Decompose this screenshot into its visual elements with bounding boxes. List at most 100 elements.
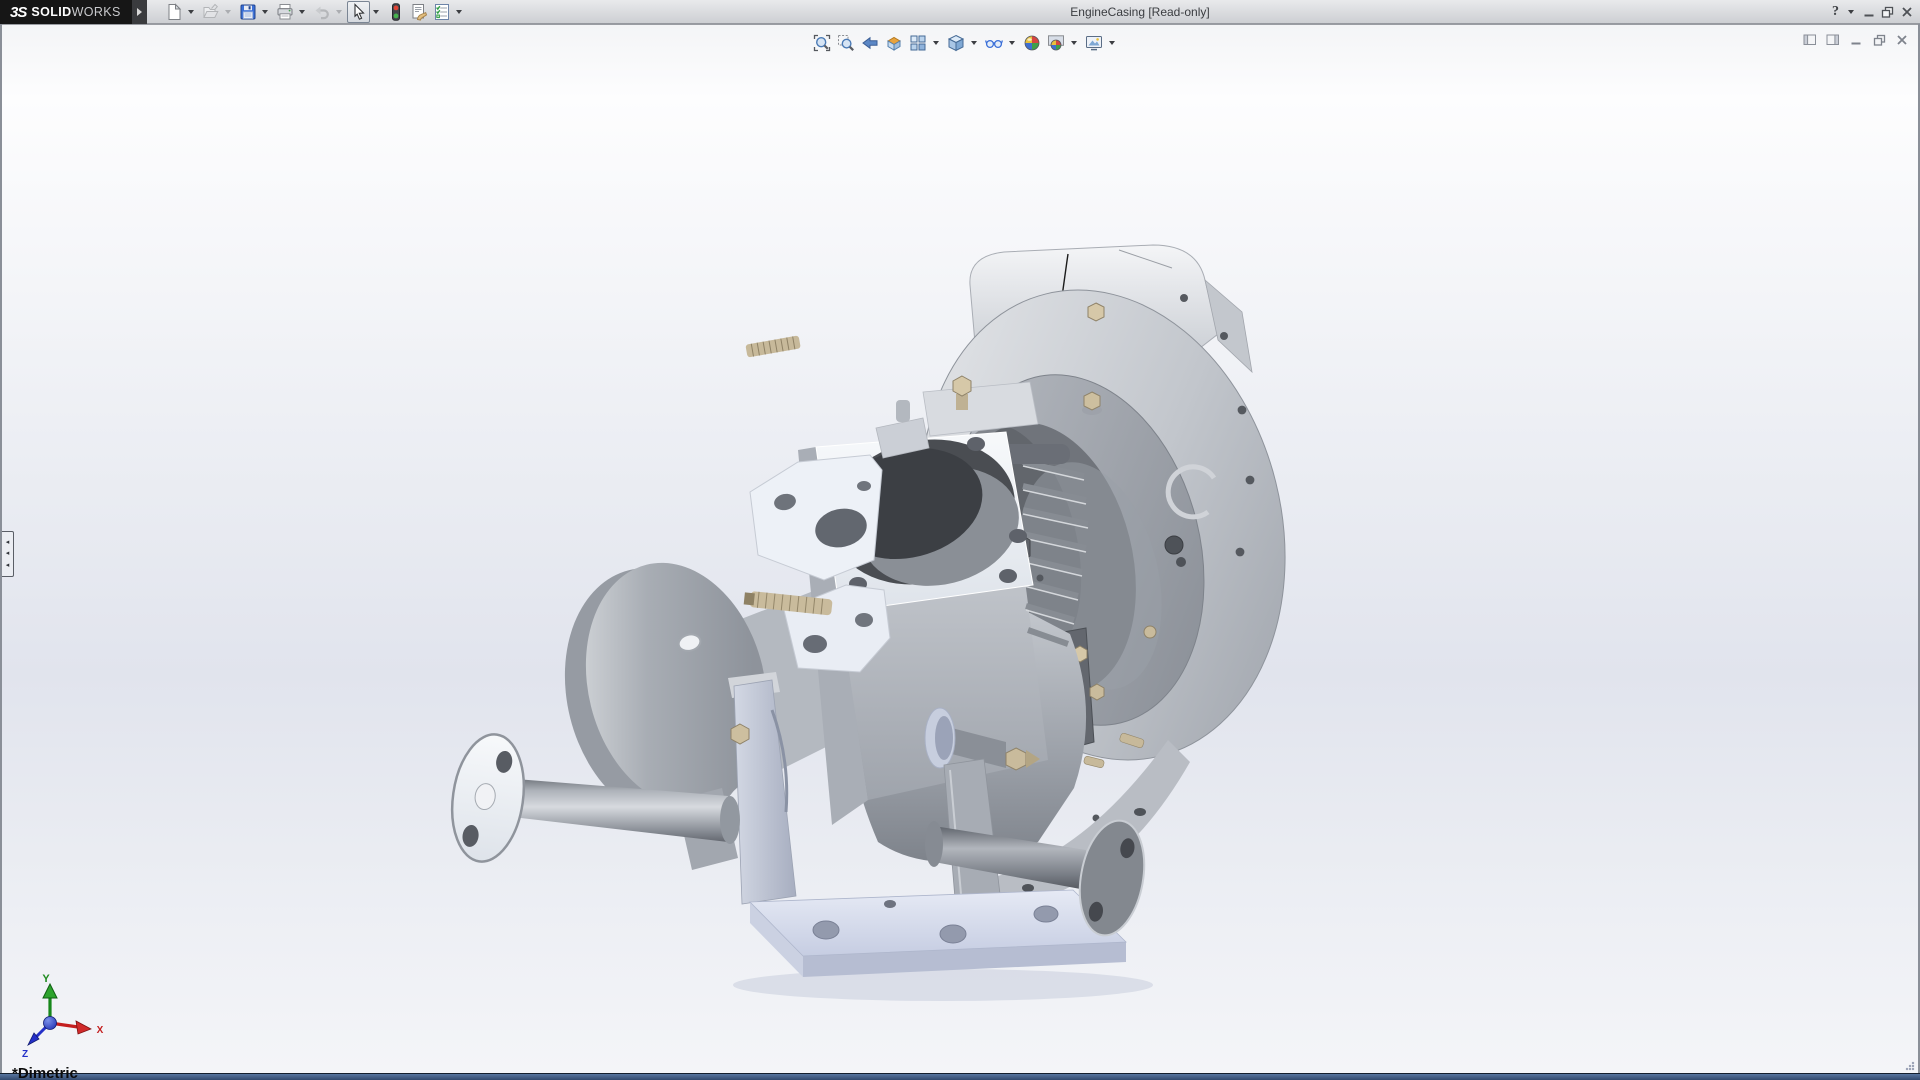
- save-button[interactable]: [236, 1, 259, 23]
- hide-show-items-button[interactable]: [982, 32, 1006, 54]
- rebuild-button[interactable]: [384, 1, 407, 23]
- select-tool-button[interactable]: [347, 1, 370, 23]
- new-dropdown-arrow[interactable]: [185, 1, 196, 23]
- apply-scene-dropdown[interactable]: [1068, 32, 1079, 54]
- open-dropdown-arrow[interactable]: [222, 1, 233, 23]
- save-icon: [239, 3, 257, 21]
- pane-left-button[interactable]: [1800, 31, 1820, 49]
- zoom-to-fit-button[interactable]: [810, 32, 834, 54]
- help-button[interactable]: ?: [1826, 2, 1845, 22]
- minimize-icon: [1850, 34, 1862, 46]
- help-icon: ?: [1832, 4, 1839, 20]
- triad-x-label: X: [97, 1025, 104, 1036]
- triad-y-label: Y: [42, 973, 50, 985]
- titlebar: 3S SOLID WORKS: [0, 0, 1920, 24]
- view-orientation-dropdown[interactable]: [930, 32, 941, 54]
- close-button[interactable]: [1897, 2, 1916, 22]
- restore-button[interactable]: [1878, 2, 1897, 22]
- flyout-arrow-icon: ◂: [6, 537, 10, 548]
- restore-icon: [1873, 34, 1886, 46]
- doc-close-button[interactable]: [1892, 31, 1912, 49]
- zoom-to-area-icon: [837, 34, 855, 52]
- new-document-icon: [165, 3, 183, 21]
- close-icon: [1901, 6, 1913, 18]
- orientation-triad[interactable]: Y X Z: [16, 971, 112, 1063]
- close-icon: [1896, 34, 1908, 46]
- heads-up-view-toolbar: [810, 32, 1120, 54]
- mount-flange-left: [444, 730, 531, 866]
- previous-view-icon: [861, 34, 879, 52]
- knurled-stud: [745, 335, 800, 357]
- select-dropdown-arrow[interactable]: [370, 1, 381, 23]
- options-dropdown-arrow[interactable]: [453, 1, 464, 23]
- minimize-button[interactable]: [1859, 2, 1878, 22]
- view-orientation-button[interactable]: [906, 32, 930, 54]
- cover-nut: [1088, 303, 1104, 321]
- base-plate[interactable]: [750, 890, 1126, 977]
- window-controls: ?: [1826, 0, 1916, 24]
- hide-show-items-dropdown[interactable]: [1006, 32, 1017, 54]
- resize-grip[interactable]: [1905, 1061, 1915, 1071]
- undo-dropdown-arrow[interactable]: [333, 1, 344, 23]
- logo-text-works: WORKS: [72, 5, 121, 19]
- solidworks-logo[interactable]: 3S SOLID WORKS: [0, 0, 132, 24]
- display-style-dropdown[interactable]: [968, 32, 979, 54]
- section-view-button[interactable]: [882, 32, 906, 54]
- open-folder-icon: [202, 3, 220, 21]
- minimize-icon: [1863, 6, 1875, 18]
- print-button[interactable]: [273, 1, 296, 23]
- display-style-icon: [947, 34, 965, 52]
- view-settings-button[interactable]: [1082, 32, 1106, 54]
- triad-z-label: Z: [22, 1049, 28, 1060]
- graphics-viewport[interactable]: ◂ ◂ ◂: [2, 24, 1918, 1073]
- flyout-arrow-icon: ◂: [6, 548, 10, 559]
- view-orientation-label: *Dimetric: [12, 1065, 78, 1080]
- save-dropdown-arrow[interactable]: [259, 1, 270, 23]
- doc-restore-button[interactable]: [1869, 31, 1889, 49]
- pane-right-icon: [1826, 34, 1840, 46]
- view-orientation-icon: [909, 34, 927, 52]
- view-settings-dropdown[interactable]: [1106, 32, 1117, 54]
- section-view-icon: [885, 34, 903, 52]
- rebuild-traffic-light-icon: [387, 3, 405, 21]
- document-title: EngineCasing [Read-only]: [1040, 5, 1240, 19]
- menu-expand-arrow[interactable]: [132, 0, 147, 24]
- logo-text-solid: SOLID: [31, 5, 71, 19]
- print-icon: [276, 3, 294, 21]
- new-document-button[interactable]: [162, 1, 185, 23]
- view-settings-icon: [1085, 34, 1103, 52]
- display-style-button[interactable]: [944, 32, 968, 54]
- file-properties-button[interactable]: [407, 1, 430, 23]
- help-dropdown-icon[interactable]: [1845, 1, 1856, 23]
- restore-icon: [1881, 6, 1894, 18]
- open-button[interactable]: [199, 1, 222, 23]
- window-frame-bottom: [0, 1073, 1920, 1080]
- brass-nut: [953, 376, 971, 396]
- apply-scene-icon: [1047, 34, 1065, 52]
- options-button[interactable]: [430, 1, 453, 23]
- file-properties-icon: [410, 3, 428, 21]
- zoom-to-fit-icon: [813, 34, 831, 52]
- undo-icon: [313, 3, 331, 21]
- previous-view-button[interactable]: [858, 32, 882, 54]
- pane-left-icon: [1803, 34, 1817, 46]
- zoom-to-area-button[interactable]: [834, 32, 858, 54]
- logo-3s-icon: 3S: [10, 4, 26, 21]
- print-dropdown-arrow[interactable]: [296, 1, 307, 23]
- apply-scene-button[interactable]: [1044, 32, 1068, 54]
- options-icon: [433, 3, 451, 21]
- select-cursor-icon: [350, 3, 368, 21]
- flyout-arrow-icon: ◂: [6, 560, 10, 571]
- engine-casing-model[interactable]: [378, 240, 1338, 1020]
- document-window-controls: [1797, 31, 1912, 49]
- undo-button[interactable]: [310, 1, 333, 23]
- hide-show-items-icon: [985, 34, 1003, 52]
- pane-right-button[interactable]: [1823, 31, 1843, 49]
- standard-toolbar: [162, 0, 467, 24]
- solidworks-window: 3S SOLID WORKS: [0, 0, 1920, 1080]
- feature-manager-flyout-tab[interactable]: ◂ ◂ ◂: [2, 531, 14, 577]
- edit-appearance-icon: [1023, 34, 1041, 52]
- cover-nut: [1084, 392, 1100, 410]
- edit-appearance-button[interactable]: [1020, 32, 1044, 54]
- doc-minimize-button[interactable]: [1846, 31, 1866, 49]
